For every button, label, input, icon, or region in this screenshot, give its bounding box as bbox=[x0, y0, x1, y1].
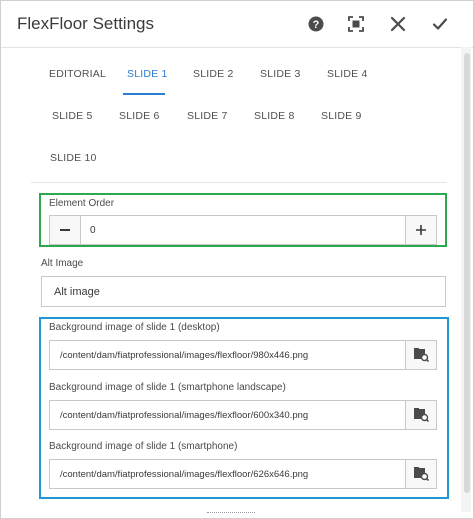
dialog-header: FlexFloor Settings ? bbox=[1, 1, 473, 48]
tab-slide-5[interactable]: SLIDE 5 bbox=[52, 110, 93, 122]
bg-landscape-path[interactable]: /content/dam/fiatprofessional/images/fle… bbox=[60, 410, 308, 421]
element-order-stepper[interactable]: 0 bbox=[49, 215, 437, 245]
help-icon: ? bbox=[308, 16, 324, 32]
minus-icon bbox=[60, 229, 70, 231]
close-icon bbox=[390, 16, 406, 32]
resize-grip[interactable] bbox=[207, 512, 255, 516]
bg-smartphone-browse-button[interactable] bbox=[405, 460, 436, 488]
bg-desktop-label: Background image of slide 1 (desktop) bbox=[49, 322, 220, 333]
tabs-divider bbox=[31, 182, 447, 183]
fullscreen-button[interactable] bbox=[343, 11, 369, 37]
bg-desktop-browse-button[interactable] bbox=[405, 341, 436, 369]
active-tab-indicator bbox=[123, 93, 165, 95]
element-order-label: Element Order bbox=[49, 198, 115, 209]
settings-dialog: FlexFloor Settings ? EDITORIAL SLIDE 1 S… bbox=[0, 0, 474, 519]
browse-folder-icon bbox=[414, 348, 429, 362]
bg-landscape-field[interactable]: /content/dam/fiatprofessional/images/fle… bbox=[49, 400, 437, 430]
alt-image-input[interactable]: Alt image bbox=[41, 276, 446, 307]
browse-folder-icon bbox=[414, 408, 429, 422]
bg-desktop-path[interactable]: /content/dam/fiatprofessional/images/fle… bbox=[60, 350, 308, 361]
fullscreen-icon bbox=[348, 16, 364, 32]
tab-slide-3[interactable]: SLIDE 3 bbox=[260, 68, 301, 80]
tab-slide-1[interactable]: SLIDE 1 bbox=[127, 68, 168, 80]
bg-landscape-label: Background image of slide 1 (smartphone … bbox=[49, 382, 286, 393]
bg-smartphone-field[interactable]: /content/dam/fiatprofessional/images/fle… bbox=[49, 459, 437, 489]
bg-desktop-field[interactable]: /content/dam/fiatprofessional/images/fle… bbox=[49, 340, 437, 370]
bg-smartphone-path[interactable]: /content/dam/fiatprofessional/images/fle… bbox=[60, 469, 308, 480]
close-button[interactable] bbox=[385, 11, 411, 37]
tab-slide-4[interactable]: SLIDE 4 bbox=[327, 68, 368, 80]
help-button[interactable]: ? bbox=[303, 11, 329, 37]
tab-slide-9[interactable]: SLIDE 9 bbox=[321, 110, 362, 122]
tab-slide-7[interactable]: SLIDE 7 bbox=[187, 110, 228, 122]
plus-icon bbox=[416, 225, 426, 235]
svg-text:?: ? bbox=[313, 19, 320, 31]
tab-editorial[interactable]: EDITORIAL bbox=[49, 68, 106, 80]
dialog-title: FlexFloor Settings bbox=[17, 14, 154, 33]
tab-slide-10[interactable]: SLIDE 10 bbox=[50, 152, 97, 164]
decrement-button[interactable] bbox=[50, 216, 81, 244]
browse-folder-icon bbox=[414, 467, 429, 481]
tab-slide-8[interactable]: SLIDE 8 bbox=[254, 110, 295, 122]
alt-image-value: Alt image bbox=[54, 286, 100, 298]
bg-smartphone-label: Background image of slide 1 (smartphone) bbox=[49, 441, 238, 452]
checkmark-icon bbox=[432, 18, 448, 30]
element-order-value[interactable]: 0 bbox=[90, 225, 96, 236]
bg-landscape-browse-button[interactable] bbox=[405, 401, 436, 429]
scrollbar-thumb[interactable] bbox=[464, 53, 470, 493]
tab-slide-6[interactable]: SLIDE 6 bbox=[119, 110, 160, 122]
tab-slide-2[interactable]: SLIDE 2 bbox=[193, 68, 234, 80]
increment-button[interactable] bbox=[405, 216, 436, 244]
confirm-button[interactable] bbox=[427, 11, 453, 37]
alt-image-label: Alt Image bbox=[41, 258, 84, 269]
